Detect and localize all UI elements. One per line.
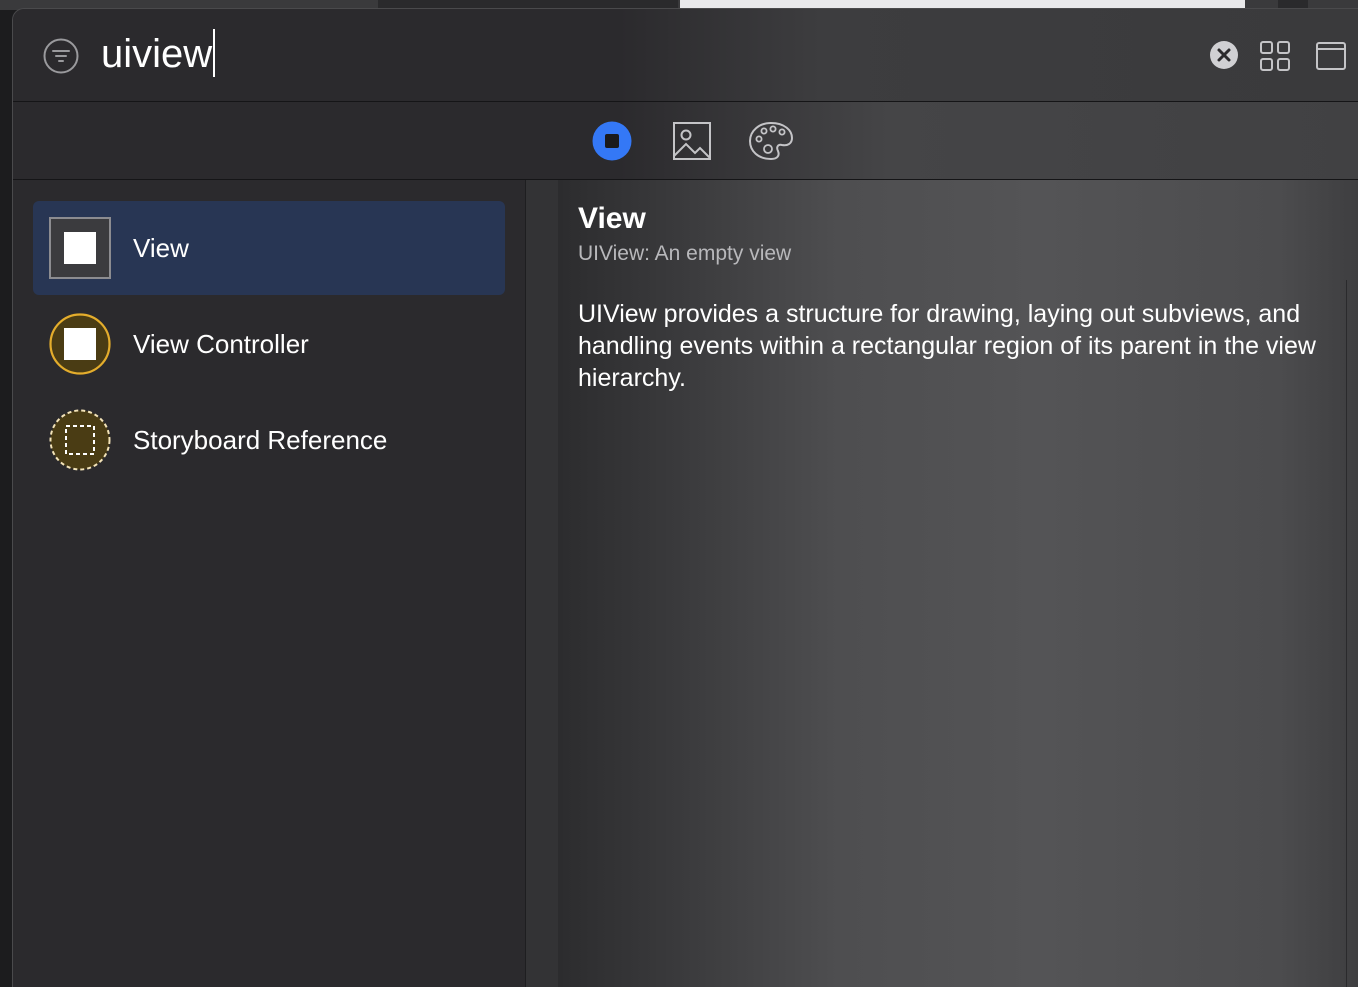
objects-icon	[592, 121, 632, 161]
colors-tab[interactable]	[748, 120, 794, 162]
window-layout-button[interactable]	[1315, 40, 1347, 72]
list-item-label: Storyboard Reference	[133, 425, 388, 455]
detail-description: UIView provides a structure for drawing,…	[578, 300, 1316, 392]
grid-view-button[interactable]	[1259, 40, 1291, 72]
list-item-label: View	[133, 233, 189, 263]
list-item-view-controller[interactable]: View Controller	[33, 297, 505, 391]
grid-view-icon	[1260, 41, 1290, 71]
scrollbar-track[interactable]	[1346, 280, 1347, 987]
library-header: uiview	[13, 9, 1358, 102]
clear-circle-icon	[1210, 41, 1238, 69]
list-item-label: View Controller	[133, 329, 309, 359]
objects-tab[interactable]	[591, 120, 633, 162]
background-tab	[378, 0, 678, 8]
library-segment-bar	[13, 102, 1358, 180]
library-object-list: View View Controller Storyboard Referenc…	[13, 180, 525, 987]
background-tab	[680, 0, 1245, 8]
background-tab	[1278, 0, 1308, 8]
image-icon	[673, 122, 711, 160]
list-item-view[interactable]: View	[33, 201, 505, 295]
list-item-storyboard-reference[interactable]: Storyboard Reference	[33, 393, 505, 487]
detail-subtitle: UIView: An empty view	[578, 242, 792, 265]
detail-pane: View UIView: An empty view UIView provid…	[558, 180, 1358, 987]
text-caret	[213, 29, 216, 77]
media-tab[interactable]	[671, 120, 713, 162]
search-input[interactable]: uiview	[101, 29, 216, 79]
view-controller-icon	[49, 313, 111, 375]
library-panel: uiview View View Controller Storyboard R…	[12, 8, 1358, 987]
split-divider[interactable]	[525, 180, 559, 987]
window-icon	[1316, 42, 1346, 70]
filter-icon[interactable]	[43, 38, 79, 74]
palette-icon	[748, 121, 794, 161]
clear-search-button[interactable]	[1209, 40, 1239, 70]
view-icon	[49, 217, 111, 279]
storyboard-reference-icon	[49, 409, 111, 471]
search-input-text: uiview	[101, 32, 213, 76]
detail-title: View	[578, 202, 646, 235]
